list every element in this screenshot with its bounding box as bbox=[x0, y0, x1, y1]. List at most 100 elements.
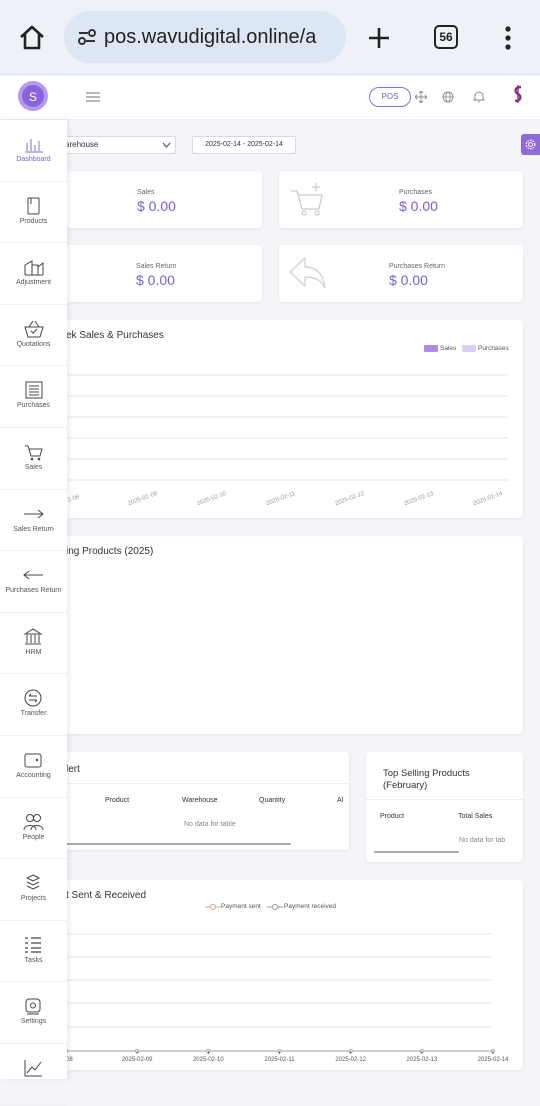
sidebar-item-purchases[interactable]: Purchases bbox=[0, 366, 67, 428]
building-icon bbox=[23, 628, 43, 645]
sidebar-item-label: People bbox=[22, 833, 45, 841]
cart-icon bbox=[25, 445, 43, 461]
divider bbox=[366, 799, 523, 800]
sidebar-item-sales[interactable]: Sales bbox=[0, 428, 67, 490]
list-icon bbox=[25, 381, 43, 399]
sidebar-item-label: Quotations bbox=[16, 340, 51, 348]
sidebar-item-label: Sales Return bbox=[13, 525, 54, 533]
gear-icon bbox=[525, 139, 536, 150]
sidebar-item-purchases-return[interactable]: Purchases Return bbox=[0, 551, 67, 613]
new-tab-icon[interactable] bbox=[367, 26, 391, 50]
globe-icon[interactable] bbox=[442, 91, 454, 103]
date-range-picker[interactable]: 2025-02-14 - 2025-02-14 bbox=[192, 136, 296, 154]
people-icon bbox=[23, 813, 44, 830]
sidebar-item-tasks[interactable]: Tasks bbox=[0, 921, 67, 983]
sales-stat-card[interactable]: Sales $ 0.00 bbox=[60, 171, 262, 228]
sidebar-item-accounting[interactable]: Accounting bbox=[0, 736, 67, 798]
month-col-product[interactable]: Product bbox=[380, 813, 404, 820]
top-selling-year-title: ing Products (2025) bbox=[66, 546, 154, 557]
stock-col-warehouse[interactable]: Warehouse bbox=[182, 797, 218, 804]
bell-icon[interactable] bbox=[473, 90, 485, 103]
x-tick-label: 2025-02-13 bbox=[404, 491, 436, 507]
sidebar-item-label: Products bbox=[19, 217, 48, 225]
month-col-total-sales[interactable]: Total Sales bbox=[458, 813, 492, 820]
x-tick-label: 2025-02-09 bbox=[127, 491, 159, 507]
sidebar-item-label: Settings bbox=[20, 1018, 47, 1026]
settings-icon bbox=[25, 998, 41, 1015]
sidebar-item-label: Dashboard bbox=[16, 156, 51, 163]
sidebar-item-hrm[interactable]: HRM bbox=[0, 613, 67, 675]
x-tick-label: 2025-02-14 bbox=[478, 1057, 509, 1063]
transfer-icon bbox=[24, 689, 42, 707]
sidebar-item-settings[interactable]: Settings bbox=[0, 982, 67, 1044]
brand-logo[interactable]: S bbox=[17, 80, 49, 112]
top-selling-month-title-2: (February) bbox=[383, 780, 428, 791]
basket-icon bbox=[24, 320, 44, 338]
sidebar-item-label: Purchases Return bbox=[5, 587, 62, 595]
stock-col-quantity[interactable]: Quantity bbox=[259, 797, 285, 804]
purchases-return-stat-label: Purchases Return bbox=[389, 263, 446, 270]
x-tick-label: 2025-02-12 bbox=[335, 1057, 366, 1063]
sales-stat-value: $ 0.00 bbox=[137, 198, 176, 214]
return-arrow-icon bbox=[289, 257, 326, 289]
purchases-stat-card[interactable]: Purchases $ 0.00 bbox=[279, 171, 523, 228]
sales-return-stat-card[interactable]: Sales Return $ 0.00 bbox=[60, 245, 262, 302]
x-tick-label: 2025-02-12 bbox=[334, 491, 366, 507]
theme-settings-button[interactable] bbox=[521, 134, 540, 155]
month-empty-text: No data for tab bbox=[459, 837, 506, 844]
sidebar-item-label: HRM bbox=[25, 648, 42, 656]
top-selling-month-title-1: Top Selling Products bbox=[383, 768, 470, 779]
sidebar-item-label: Accounting bbox=[16, 771, 51, 779]
sales-return-stat-value: $ 0.00 bbox=[136, 272, 175, 288]
bar-chart-icon bbox=[25, 139, 43, 153]
legend-purchases-label: Purchases bbox=[478, 345, 509, 352]
stock-empty-text: No data for table bbox=[184, 821, 236, 828]
pos-button[interactable]: POS bbox=[369, 87, 411, 107]
top-selling-month-card: Top Selling Products (February) Product … bbox=[366, 752, 523, 862]
sidebar: Dashboard Products Adjustment Quotations Pur… bbox=[0, 120, 67, 1106]
svg-text:S: S bbox=[29, 90, 37, 104]
x-tick-label: 2025-02-11 bbox=[264, 1057, 295, 1063]
legend-sales-swatch bbox=[424, 345, 438, 352]
cart-add-icon bbox=[291, 183, 323, 216]
x-tick-label: 08 bbox=[66, 1057, 73, 1063]
stock-col-alert[interactable]: Al bbox=[337, 797, 343, 804]
payment-sent-received-card: t Sent & Received Payment sent Payment r… bbox=[60, 880, 523, 1070]
home-icon[interactable] bbox=[18, 24, 46, 50]
sidebar-item-adjustment[interactable]: Adjustment bbox=[0, 243, 67, 305]
sidebar-item-people[interactable]: People bbox=[0, 798, 67, 860]
sidebar-item-reports[interactable] bbox=[0, 1044, 67, 1106]
purchases-stat-label: Purchases bbox=[399, 189, 433, 196]
sidebar-item-transfer[interactable]: Transfer bbox=[0, 674, 67, 736]
purchases-stat-value: $ 0.00 bbox=[399, 198, 438, 214]
box-icon bbox=[27, 197, 40, 215]
report-chart-icon bbox=[24, 1059, 42, 1077]
x-tick-label: 2025-02-11 bbox=[266, 491, 297, 507]
sidebar-item-quotations[interactable]: Quotations bbox=[0, 305, 67, 367]
tab-count-button[interactable]: 56 bbox=[434, 25, 458, 49]
warehouse-select-value: arehouse bbox=[65, 140, 99, 149]
user-avatar[interactable] bbox=[509, 85, 527, 105]
top-selling-year-card: ing Products (2025) bbox=[60, 536, 523, 734]
x-tick-label: 2025-02-14 bbox=[473, 491, 505, 507]
purchases-return-stat-card[interactable]: Purchases Return $ 0.00 bbox=[279, 245, 523, 302]
stock-col-product[interactable]: Product bbox=[105, 797, 129, 804]
cubes-icon bbox=[25, 874, 41, 890]
sidebar-item-products[interactable]: Products bbox=[0, 182, 67, 244]
sidebar-item-label: Adjustment bbox=[15, 279, 52, 287]
fullscreen-icon[interactable] bbox=[415, 91, 427, 103]
stock-scrollbar[interactable] bbox=[66, 843, 291, 845]
sidebar-item-projects[interactable]: Projects bbox=[0, 859, 67, 921]
menu-toggle-icon[interactable] bbox=[86, 91, 100, 103]
divider bbox=[60, 783, 349, 784]
weekly-chart-title: ek Sales & Purchases bbox=[66, 330, 164, 341]
sidebar-item-dashboard[interactable]: Dashboard bbox=[0, 120, 67, 182]
site-settings-icon[interactable] bbox=[77, 28, 97, 46]
warehouse-select[interactable]: arehouse bbox=[60, 136, 176, 154]
x-tick-label: 2025-02-10 bbox=[196, 491, 228, 507]
sidebar-item-sales-return[interactable]: Sales Return bbox=[0, 490, 67, 552]
weekly-sales-purchases-card: ek Sales & Purchases Sales Purchases 2-0… bbox=[60, 320, 523, 518]
url-text[interactable]: pos.wavudigital.online/a bbox=[104, 26, 316, 49]
month-scrollbar[interactable] bbox=[374, 851, 459, 853]
more-menu-icon[interactable] bbox=[504, 25, 512, 51]
